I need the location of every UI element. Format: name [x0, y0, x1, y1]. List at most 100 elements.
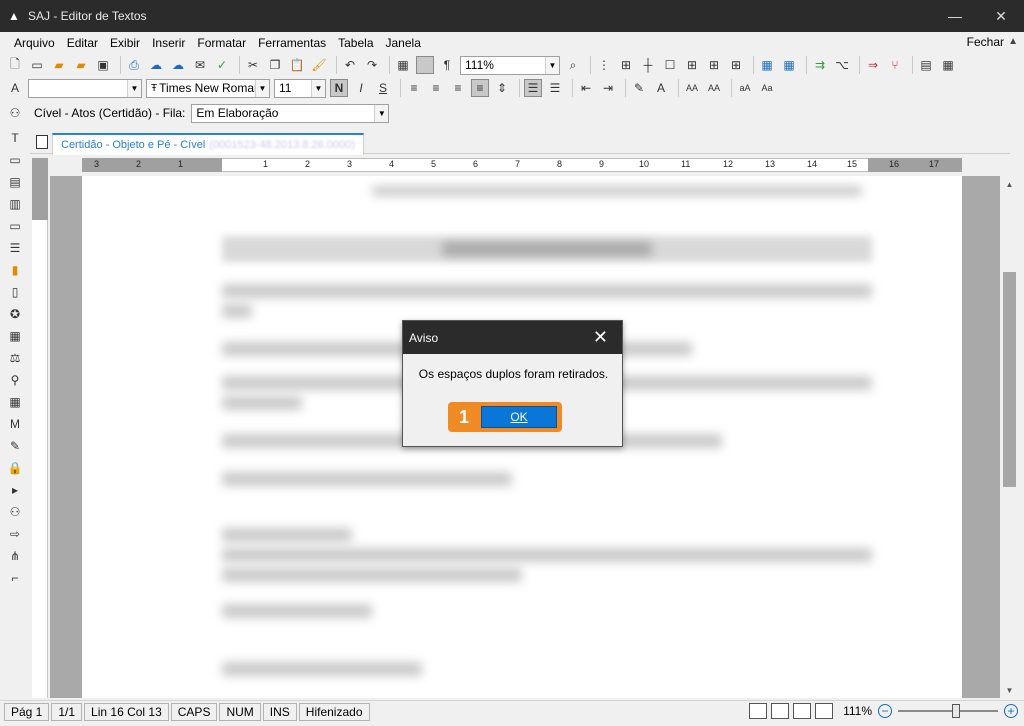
box-icon[interactable]: ☐	[661, 56, 679, 74]
document-list-icon[interactable]: ▤	[0, 171, 30, 193]
table-options-icon[interactable]: ▦	[939, 56, 957, 74]
decrease-indent-icon[interactable]: ⇤	[577, 79, 595, 97]
increase-indent-icon[interactable]: ⇥	[599, 79, 617, 97]
style-select[interactable]: ▼	[28, 78, 142, 98]
copy-icon[interactable]: ❐	[266, 56, 284, 74]
zoom-out-icon[interactable]: −	[878, 704, 892, 718]
export-icon[interactable]: ⇨	[0, 523, 30, 545]
align-center-icon[interactable]: ≡	[427, 79, 445, 97]
justify-icon[interactable]: ≡	[471, 79, 489, 97]
web-view-icon[interactable]	[793, 703, 812, 719]
remove-field-icon[interactable]: ▯	[0, 281, 30, 303]
template-icon[interactable]: ▭	[0, 149, 30, 171]
close-icon[interactable]: ✕	[593, 327, 608, 348]
split-cells-icon[interactable]: ▦	[780, 56, 798, 74]
zoom-slider-knob[interactable]	[952, 704, 960, 718]
tab-certidao[interactable]: Certidão - Objeto e Pé - Cível (0001523-…	[52, 133, 364, 155]
table-icon[interactable]: ▦	[394, 56, 412, 74]
align-left-icon[interactable]: ≡	[405, 79, 423, 97]
bold-button[interactable]: N	[330, 79, 348, 97]
font-select[interactable]: Ŧ Times New Romar ▼	[146, 78, 270, 98]
zoom-select[interactable]: 111% ▼	[460, 55, 560, 75]
grow-font-icon[interactable]: AA	[683, 79, 701, 97]
grid-light-icon-2[interactable]: ⊞	[705, 56, 723, 74]
blank-page-icon[interactable]: ▭	[28, 56, 46, 74]
tree-icon[interactable]: ⌥	[833, 56, 851, 74]
chevron-down-icon[interactable]: ▼	[311, 79, 325, 97]
page-view-icon[interactable]	[749, 703, 768, 719]
draft-view-icon[interactable]	[771, 703, 790, 719]
scroll-down-icon[interactable]: ▼	[1001, 682, 1018, 698]
case-options-icon[interactable]: Aa	[758, 79, 776, 97]
italic-button[interactable]: I	[352, 79, 370, 97]
menu-editar[interactable]: Editar	[61, 36, 104, 50]
certificate-icon[interactable]: ✪	[0, 303, 30, 325]
chevron-down-icon[interactable]: ▼	[127, 79, 141, 97]
zoom-in-icon[interactable]: +	[1004, 704, 1018, 718]
cut-icon[interactable]: ✂	[244, 56, 262, 74]
split-icon[interactable]: ⑂	[886, 56, 904, 74]
fechar-button[interactable]: Fechar	[967, 35, 1004, 49]
lock-icon[interactable]: 🔒	[0, 457, 30, 479]
menu-inserir[interactable]: Inserir	[146, 36, 191, 50]
model-icon[interactable]: M	[0, 413, 30, 435]
horizontal-ruler[interactable]: 3 2 1 1 2 3 4 5 6 7 8 9 10 11 12 13 14 1…	[32, 156, 1002, 174]
flow-icon[interactable]: ⇉	[811, 56, 829, 74]
align-right-icon[interactable]: ≡	[449, 79, 467, 97]
records-icon[interactable]: ▥	[0, 193, 30, 215]
menu-exibir[interactable]: Exibir	[104, 36, 146, 50]
paragraph-marks-icon[interactable]: ¶	[438, 56, 456, 74]
redirect-icon[interactable]: ⇒	[864, 56, 882, 74]
scroll-thumb[interactable]	[1003, 272, 1016, 487]
list-icon[interactable]: ☰	[0, 237, 30, 259]
undo-icon[interactable]: ↶	[341, 56, 359, 74]
grid-light-icon[interactable]: ⊞	[683, 56, 701, 74]
text-tool-icon[interactable]: T	[0, 127, 30, 149]
new-doc-icon[interactable]: 🗋	[6, 56, 24, 74]
vertical-ruler[interactable]	[32, 158, 48, 698]
print-icon[interactable]: ⎙	[125, 56, 143, 74]
change-case-icon[interactable]: aA	[736, 79, 754, 97]
mail-icon[interactable]: ✉	[191, 56, 209, 74]
minimize-button[interactable]: —	[932, 0, 978, 32]
table-grid-icon[interactable]: ⋮	[595, 56, 613, 74]
font-style-icon[interactable]: A	[6, 79, 24, 97]
menu-arquivo[interactable]: Arquivo	[8, 36, 61, 50]
format-painter-icon[interactable]: 🖌	[310, 56, 328, 74]
save-icon[interactable]: ▣	[94, 56, 112, 74]
font-color-icon[interactable]: A	[652, 79, 670, 97]
find-icon[interactable]: ⌕	[564, 56, 582, 74]
cloud-icon[interactable]: ☁	[147, 56, 165, 74]
paint-icon[interactable]: ⌐	[0, 567, 30, 589]
font-size-select[interactable]: 11 ▼	[274, 78, 326, 98]
vertical-scrollbar[interactable]: ▲ ▼	[1001, 176, 1018, 698]
close-window-button[interactable]: ✕	[978, 0, 1024, 32]
outline-view-icon[interactable]	[815, 703, 834, 719]
chevron-down-icon[interactable]: ▼	[545, 56, 559, 74]
form-icon[interactable]: ▮	[0, 259, 30, 281]
chevron-down-icon[interactable]: ▼	[255, 79, 269, 97]
zoom-slider[interactable]	[898, 704, 998, 718]
user-flow-icon[interactable]: ⚇	[6, 104, 24, 122]
grid-light-icon-3[interactable]: ⊞	[727, 56, 745, 74]
bullets-icon[interactable]: ☰	[524, 79, 542, 97]
underline-button[interactable]: S	[374, 79, 392, 97]
layers-icon[interactable]: ▦	[0, 325, 30, 347]
menu-formatar[interactable]: Formatar	[191, 36, 252, 50]
calendar-icon[interactable]: ▦	[0, 391, 30, 413]
ok-button[interactable]: OK	[481, 406, 557, 428]
menu-ferramentas[interactable]: Ferramentas	[252, 36, 332, 50]
numbering-icon[interactable]: ☰	[546, 79, 564, 97]
chevron-up-icon[interactable]: ▲	[1008, 36, 1018, 47]
edit-icon[interactable]: ✎	[0, 435, 30, 457]
signer-icon[interactable]: ⚇	[0, 501, 30, 523]
open-folder-icon[interactable]: ▰	[50, 56, 68, 74]
gavel-icon[interactable]: ⚖	[0, 347, 30, 369]
redo-icon[interactable]: ↷	[363, 56, 381, 74]
cross-icon[interactable]: ┼	[639, 56, 657, 74]
line-spacing-icon[interactable]: ⇕	[493, 79, 511, 97]
menu-tabela[interactable]: Tabela	[332, 36, 379, 50]
open-recent-icon[interactable]: ▰	[72, 56, 90, 74]
arrow-right-small-icon[interactable]: ▸	[0, 479, 30, 501]
scroll-up-icon[interactable]: ▲	[1001, 176, 1018, 192]
